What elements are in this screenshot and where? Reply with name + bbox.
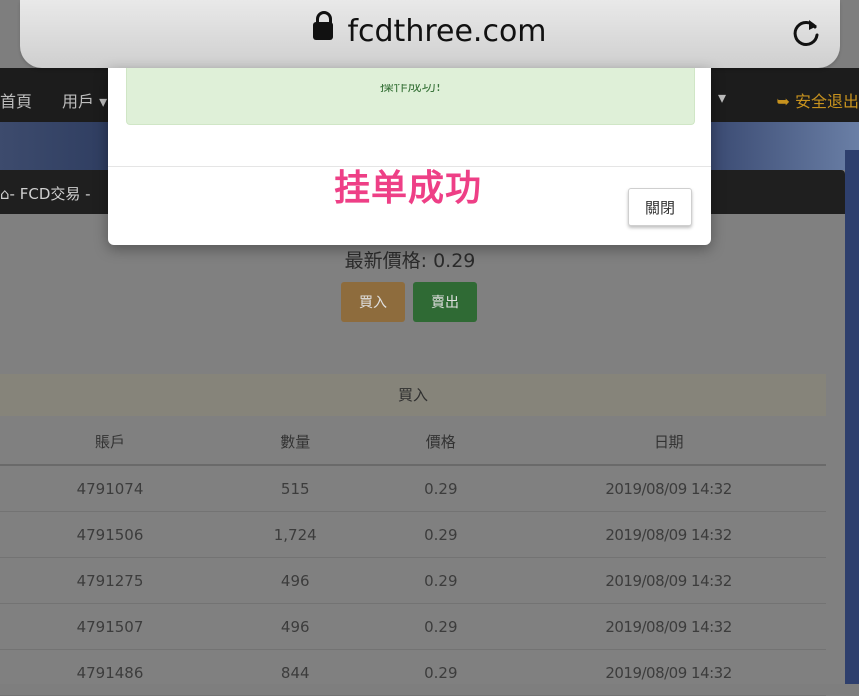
quantity-cell: 1,724: [219, 511, 371, 558]
nav-home-link[interactable]: 首頁: [0, 88, 32, 112]
account-cell: 4791074: [0, 465, 220, 512]
nav-user-label: 用戶: [62, 92, 95, 111]
quantity-cell: 496: [219, 557, 371, 604]
breadcrumb-label: - FCD交易 -: [9, 185, 91, 203]
date-cell: 2019/08/09 14:32: [511, 465, 826, 512]
logout-label: 安全退出: [794, 92, 859, 111]
price-cell: 0.29: [370, 649, 512, 696]
buy-button[interactable]: 買入: [341, 282, 405, 322]
url-text: fcdthree.com: [347, 14, 547, 49]
url-display[interactable]: fcdthree.com: [20, 11, 840, 49]
price-cell: 0.29: [370, 557, 512, 604]
logout-link[interactable]: ➥ 安全退出: [776, 88, 859, 112]
quantity-cell: 515: [219, 465, 371, 512]
account-cell: 4791506: [0, 511, 220, 558]
success-modal: 操作成功!: [108, 68, 711, 245]
chevron-down-icon[interactable]: ▾: [718, 88, 726, 107]
nav-user-menu[interactable]: 用戶 ▾: [62, 88, 107, 112]
column-header-date: 日期: [511, 418, 826, 466]
account-cell: 4791275: [0, 557, 220, 604]
lock-icon: [313, 11, 334, 40]
price-cell: 0.29: [370, 465, 512, 512]
date-cell: 2019/08/09 14:32: [511, 603, 826, 650]
logout-icon: ➥: [776, 92, 790, 111]
buy-section-title: 買入: [0, 374, 826, 416]
sell-button[interactable]: 賣出: [413, 282, 477, 322]
alert-message: 操作成功!: [379, 84, 442, 95]
column-header-account: 賬戶: [0, 418, 220, 466]
account-cell: 4791507: [0, 603, 220, 650]
table-row: 4791275 496 0.29 2019/08/09 14:32: [0, 557, 826, 604]
price-cell: 0.29: [370, 603, 512, 650]
table-row: 4791507 496 0.29 2019/08/09 14:32: [0, 603, 826, 650]
chevron-down-icon: ▾: [99, 92, 108, 111]
table-row: 4791506 1,724 0.29 2019/08/09 14:32: [0, 511, 826, 558]
price-cell: 0.29: [370, 511, 512, 558]
quantity-cell: 496: [219, 603, 371, 650]
buy-orders-table: 賬戶 數量 價格 日期 4791074 515 0.29 2019/08/09 …: [0, 418, 826, 696]
reload-icon[interactable]: [790, 17, 822, 49]
home-icon[interactable]: ⌂: [0, 185, 10, 203]
browser-address-bar[interactable]: fcdthree.com: [20, 0, 840, 68]
table-header-row: 賬戶 數量 價格 日期: [0, 418, 826, 466]
account-cell: 4791486: [0, 649, 220, 696]
date-cell: 2019/08/09 14:32: [511, 649, 826, 696]
date-cell: 2019/08/09 14:32: [511, 511, 826, 558]
quantity-cell: 844: [219, 649, 371, 696]
table-row: 4791486 844 0.29 2019/08/09 14:32: [0, 649, 826, 696]
date-cell: 2019/08/09 14:32: [511, 557, 826, 604]
latest-price: 最新價格: 0.29: [344, 250, 476, 272]
success-alert: 操作成功!: [126, 68, 695, 125]
overlay-caption: 挂单成功: [333, 168, 482, 209]
close-button[interactable]: 關閉: [628, 188, 692, 226]
column-header-price: 價格: [370, 418, 512, 466]
table-row: 4791074 515 0.29 2019/08/09 14:32: [0, 465, 826, 512]
page-edge: [845, 150, 859, 684]
column-header-quantity: 數量: [219, 418, 371, 466]
